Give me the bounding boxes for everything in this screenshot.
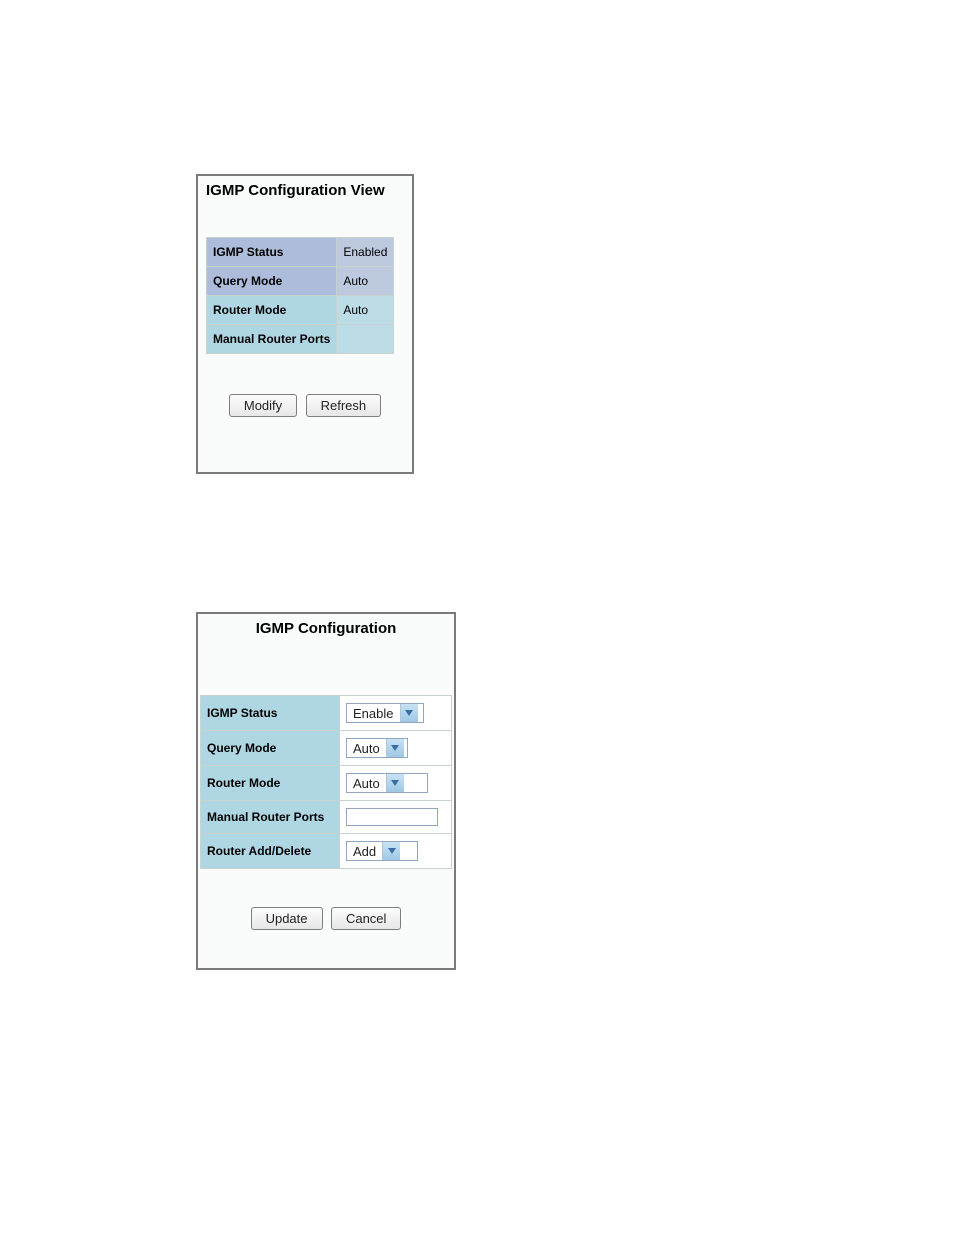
router-mode-select[interactable]: Auto [346, 773, 428, 793]
row-label-router-mode: Router Mode [201, 766, 340, 801]
row-label-router-add-delete: Router Add/Delete [201, 834, 340, 869]
row-control-manual-router-ports [340, 801, 452, 834]
refresh-button[interactable]: Refresh [306, 394, 382, 417]
view-table: IGMP Status Enabled Query Mode Auto Rout… [206, 237, 394, 354]
spacer [198, 203, 412, 237]
igmp-configuration-view-panel: IGMP Configuration View IGMP Status Enab… [196, 174, 414, 474]
row-control-query-mode: Auto [340, 731, 452, 766]
chevron-down-icon [400, 704, 418, 722]
select-value: Add [347, 844, 382, 859]
row-label-igmp-status: IGMP Status [207, 238, 337, 267]
row-label-query-mode: Query Mode [201, 731, 340, 766]
row-label-query-mode: Query Mode [207, 267, 337, 296]
chevron-down-icon [382, 842, 400, 860]
button-row: Modify Refresh [198, 354, 412, 425]
cancel-button[interactable]: Cancel [331, 907, 401, 930]
modify-button[interactable]: Modify [229, 394, 297, 417]
row-value-manual-router-ports [337, 325, 394, 354]
row-label-manual-router-ports: Manual Router Ports [201, 801, 340, 834]
chevron-down-icon [386, 739, 404, 757]
router-add-delete-select[interactable]: Add [346, 841, 418, 861]
igmp-configuration-edit-panel: IGMP Configuration IGMP Status Enable Qu… [196, 612, 456, 970]
query-mode-select[interactable]: Auto [346, 738, 408, 758]
panel-title: IGMP Configuration View [198, 176, 412, 203]
row-control-router-mode: Auto [340, 766, 452, 801]
row-label-manual-router-ports: Manual Router Ports [207, 325, 337, 354]
button-row: Update Cancel [198, 869, 454, 938]
row-control-router-add-delete: Add [340, 834, 452, 869]
manual-router-ports-input[interactable] [346, 808, 438, 826]
edit-table: IGMP Status Enable Query Mode Auto [200, 695, 452, 869]
row-value-router-mode: Auto [337, 296, 394, 325]
row-label-igmp-status: IGMP Status [201, 696, 340, 731]
panel-title: IGMP Configuration [198, 614, 454, 641]
update-button[interactable]: Update [251, 907, 323, 930]
spacer [198, 641, 454, 695]
row-label-router-mode: Router Mode [207, 296, 337, 325]
select-value: Enable [347, 706, 399, 721]
igmp-status-select[interactable]: Enable [346, 703, 424, 723]
select-value: Auto [347, 741, 386, 756]
chevron-down-icon [386, 774, 404, 792]
select-value: Auto [347, 776, 386, 791]
row-control-igmp-status: Enable [340, 696, 452, 731]
row-value-query-mode: Auto [337, 267, 394, 296]
row-value-igmp-status: Enabled [337, 238, 394, 267]
